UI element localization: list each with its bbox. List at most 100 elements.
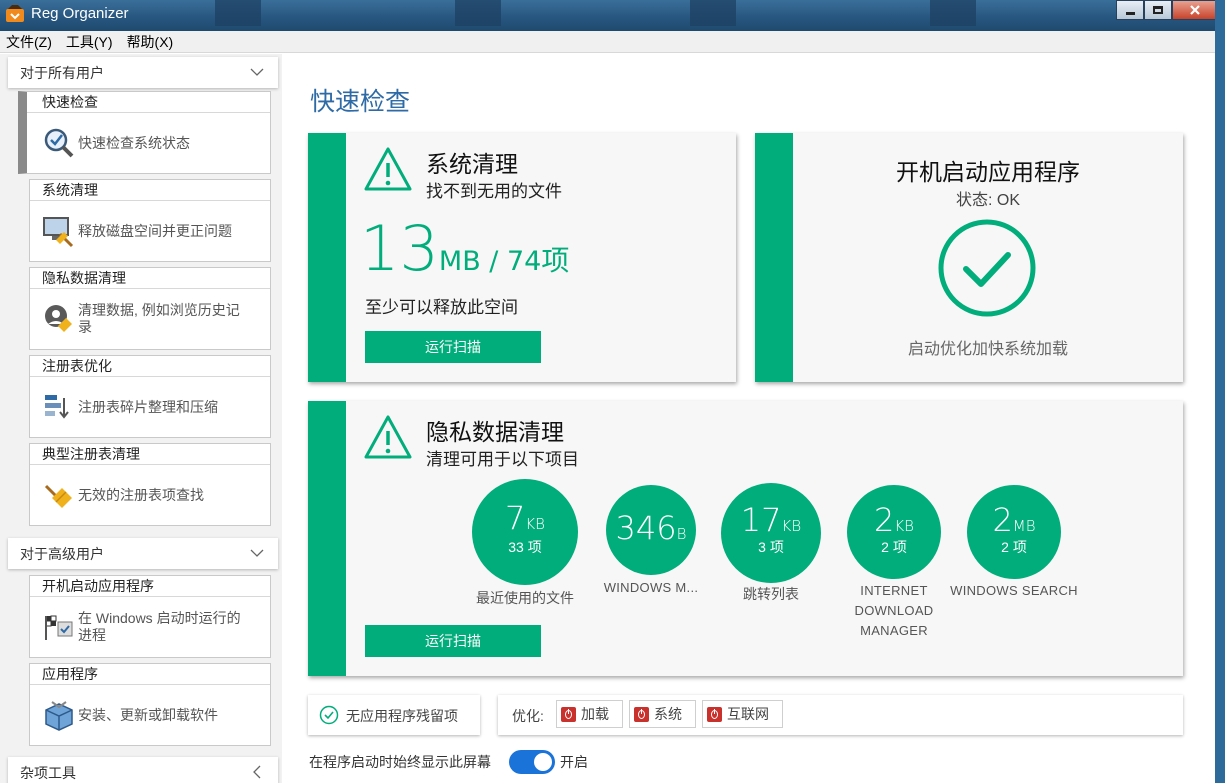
optimize-chip-load[interactable]: 加载 [556, 700, 623, 728]
sidebar: 对于所有用户 快速检查 快速检查系统状态 系统清理 释放磁盘空间并更正问题 隐私… [0, 54, 282, 783]
window-title: Reg Organizer [31, 5, 129, 22]
sidebar-item-title: 隐私数据清理 [30, 268, 270, 289]
menu-file[interactable]: 文件(Z) [6, 32, 52, 52]
item-count: 3 项 [758, 539, 784, 555]
chevron-down-icon [250, 549, 264, 557]
chip-label: 加载 [581, 706, 609, 722]
sidebar-item-startup[interactable]: 开机启动应用程序 在 Windows 启动时运行的进程 [29, 575, 271, 658]
item-count: 2 项 [1001, 539, 1027, 555]
privacy-subtitle: 清理可用于以下项目 [426, 450, 579, 469]
title-bar: Reg Organizer [0, 0, 1225, 31]
sidebar-item-desc: 快速检查系统状态 [78, 134, 190, 151]
item-label: 最近使用的文件 [476, 590, 574, 606]
section-misc-label: 杂项工具 [20, 764, 76, 781]
cleanup-note: 至少可以释放此空间 [365, 298, 518, 317]
privacy-item-windows-search[interactable]: 2MB 2 项 [967, 485, 1061, 579]
registry-compress-icon [45, 395, 69, 419]
power-icon [707, 706, 722, 722]
item-label: 跳转列表 [743, 586, 799, 602]
page-title: 快速检查 [310, 88, 411, 116]
privacy-item-windows-m[interactable]: 346B [606, 485, 696, 575]
startup-caption: 启动优化加快系统加载 [907, 341, 1068, 358]
item-unit: B [676, 525, 687, 543]
toggle-state-label: 开启 [560, 754, 588, 770]
cleanup-items-word: 项 [541, 245, 570, 276]
main-content: 快速检查 系统清理 找不到无用的文件 13MB / 74项 至少可以释放此空间 … [282, 54, 1225, 783]
item-label: WINDOWS M... [603, 580, 699, 595]
no-residue-box[interactable]: 无应用程序残留项 [308, 695, 480, 735]
panel-accent-stripe [755, 133, 793, 382]
check-circle-icon [319, 705, 339, 725]
show-on-startup-label: 在程序启动时始终显示此屏幕 [309, 754, 491, 770]
ok-check-icon [938, 219, 1036, 317]
optimize-box: 优化: 加载 系统 互联网 [498, 695, 1183, 735]
minimize-button[interactable] [1116, 0, 1144, 20]
power-icon [634, 706, 649, 722]
item-unit: KB [781, 517, 802, 535]
cleanup-run-scan-button[interactable]: 运行扫描 [365, 331, 541, 363]
sidebar-item-privacy[interactable]: 隐私数据清理 清理数据, 例如浏览历史记录 [29, 267, 271, 350]
menu-help[interactable]: 帮助(X) [127, 32, 174, 52]
sidebar-item-title: 开机启动应用程序 [30, 576, 270, 597]
item-unit: MB [1012, 517, 1036, 535]
privacy-item-idm[interactable]: 2KB 2 项 [847, 485, 941, 579]
sidebar-item-desc: 清理数据, 例如浏览历史记录 [78, 302, 240, 335]
sidebar-item-desc: 释放磁盘空间并更正问题 [78, 222, 232, 239]
sidebar-item-title: 应用程序 [30, 664, 270, 685]
optimize-label: 优化: [512, 708, 544, 724]
app-window: 文件(Z) 工具(Y) 帮助(X) 对于所有用户 快速检查 快速检查系统状态 系… [0, 31, 1225, 783]
minimize-icon [1125, 11, 1135, 15]
panel-accent-stripe [308, 401, 346, 676]
section-all-users-label: 对于所有用户 [20, 64, 104, 81]
menu-tools[interactable]: 工具(Y) [66, 32, 113, 52]
sidebar-item-title: 注册表优化 [30, 356, 270, 377]
desktop-edge [1215, 0, 1225, 783]
cleanup-size-value: 13 [360, 212, 439, 285]
chip-label: 系统 [654, 706, 682, 722]
sidebar-item-title: 典型注册表清理 [30, 444, 270, 465]
chip-label: 互联网 [727, 706, 769, 722]
power-icon [561, 706, 576, 722]
sidebar-item-quick-check[interactable]: 快速检查 快速检查系统状态 [18, 91, 271, 174]
background-decoration [455, 0, 501, 26]
sidebar-item-system-cleanup[interactable]: 系统清理 释放磁盘空间并更正问题 [29, 179, 271, 262]
show-on-startup-toggle[interactable] [509, 750, 555, 774]
maximize-button[interactable] [1144, 0, 1172, 20]
item-label: WINDOWS SEARCH [950, 583, 1078, 598]
sidebar-item-applications[interactable]: 应用程序 安装、更新或卸载软件 [29, 663, 271, 746]
warning-icon [364, 147, 412, 191]
privacy-broom-icon [45, 305, 72, 332]
section-misc-tools[interactable]: 杂项工具 [8, 757, 278, 783]
sidebar-item-registry-optimize[interactable]: 注册表优化 注册表碎片整理和压缩 [29, 355, 271, 438]
privacy-item-recent-files[interactable]: 7KB 33 项 [472, 479, 578, 585]
item-value: 2 [992, 501, 1013, 539]
startup-flag-icon [45, 615, 73, 640]
sidebar-item-desc: 在 Windows 启动时运行的进程 [78, 610, 241, 643]
startup-panel: 开机启动应用程序 状态: OK 启动优化加快系统加载 [755, 133, 1183, 382]
startup-status: 状态: OK [955, 192, 1020, 209]
startup-title: 开机启动应用程序 [896, 159, 1080, 185]
cleanup-size-unit: MB / 74 [438, 246, 542, 277]
privacy-item-jump-list[interactable]: 17KB 3 项 [721, 483, 821, 583]
item-value: 7 [504, 499, 526, 537]
cleanup-size: 13MB / 74项 [360, 211, 569, 287]
broom-icon [44, 484, 72, 508]
menu-bar: 文件(Z) 工具(Y) 帮助(X) [0, 31, 1225, 53]
privacy-run-scan-button[interactable]: 运行扫描 [365, 625, 541, 657]
chevron-left-icon [253, 765, 261, 779]
section-advanced-users[interactable]: 对于高级用户 [8, 538, 278, 569]
section-all-users[interactable]: 对于所有用户 [8, 57, 278, 88]
sidebar-item-desc: 注册表碎片整理和压缩 [78, 398, 218, 415]
sidebar-item-desc: 无效的注册表项查找 [78, 486, 204, 503]
sidebar-item-title: 系统清理 [30, 180, 270, 201]
sidebar-item-registry-cleanup[interactable]: 典型注册表清理 无效的注册表项查找 [29, 443, 271, 526]
magnifier-check-icon [44, 128, 74, 158]
background-decoration [690, 0, 736, 26]
optimize-chip-internet[interactable]: 互联网 [702, 700, 783, 728]
close-icon [1190, 5, 1200, 15]
window-controls [1116, 0, 1218, 20]
close-button[interactable] [1172, 0, 1218, 20]
privacy-panel: 隐私数据清理 清理可用于以下项目 7KB 33 项 最近使用的文件 346B W… [308, 401, 1183, 676]
optimize-chip-system[interactable]: 系统 [629, 700, 696, 728]
item-value: 17 [740, 501, 782, 539]
